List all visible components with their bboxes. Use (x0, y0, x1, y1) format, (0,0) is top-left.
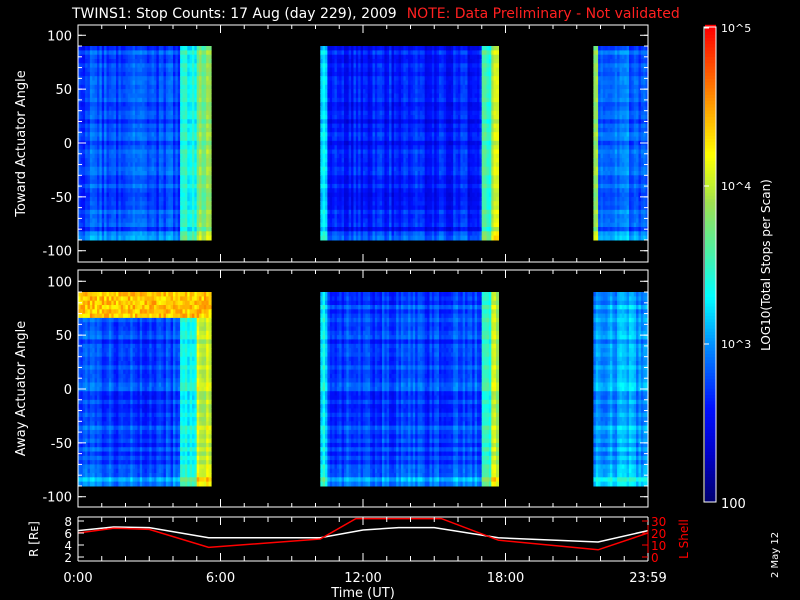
heatmap-cell (208, 205, 212, 211)
heatmap-cell (208, 59, 212, 64)
heatmap-cell (208, 106, 212, 112)
heatmap-cell (208, 188, 212, 194)
heatmap-cell (208, 235, 212, 241)
heatmap-cell (208, 76, 212, 82)
heatmap-cell (208, 123, 212, 129)
heatmap-cell (208, 222, 212, 228)
heatmap-cell (208, 145, 212, 151)
heatmap-cell (208, 63, 212, 69)
heatmap-toward (78, 46, 649, 241)
heatmap-cell (208, 218, 212, 224)
heatmap-cell (208, 115, 212, 120)
heatmap-cell (208, 93, 212, 99)
heatmap-cell (208, 166, 212, 172)
heatmap-cell (208, 227, 212, 232)
heatmap-cell (208, 127, 212, 133)
heatmap-cell (208, 89, 212, 94)
heatmap-cell (208, 153, 212, 159)
heatmap-cell (208, 97, 212, 103)
heatmap-cell (208, 162, 212, 168)
heatmap-cell (208, 119, 212, 125)
heatmap-cell (208, 192, 212, 198)
heatmap-cell (208, 102, 212, 107)
heatmap-cell (208, 214, 212, 219)
heatmap-cell (208, 132, 212, 138)
heatmap-cell (208, 175, 212, 181)
heatmap-cell (208, 46, 212, 51)
heatmap-cell (208, 136, 212, 142)
heatmap-cell (208, 158, 212, 163)
heatmap-cell (208, 171, 212, 176)
heatmap-cell (208, 179, 212, 185)
heatmap-cell (208, 149, 212, 155)
heatmap-cell (208, 50, 212, 56)
heatmap-cell (208, 84, 212, 90)
heatmap-cell (208, 183, 212, 189)
heatmap-cell (208, 140, 212, 146)
heatmap-cell (208, 54, 212, 60)
heatmap-cell (208, 196, 212, 202)
heatmap-cell (208, 209, 212, 215)
heatmap-cell (208, 67, 212, 73)
heatmap-cell (208, 71, 212, 77)
heatmap-cell (208, 201, 212, 207)
heatmap-cell (208, 231, 212, 237)
heatmap-cell (208, 80, 212, 86)
heatmap-cell (208, 110, 212, 116)
plot-canvas: 100500-50-100Toward Actuator Angle100500… (14, 22, 773, 600)
